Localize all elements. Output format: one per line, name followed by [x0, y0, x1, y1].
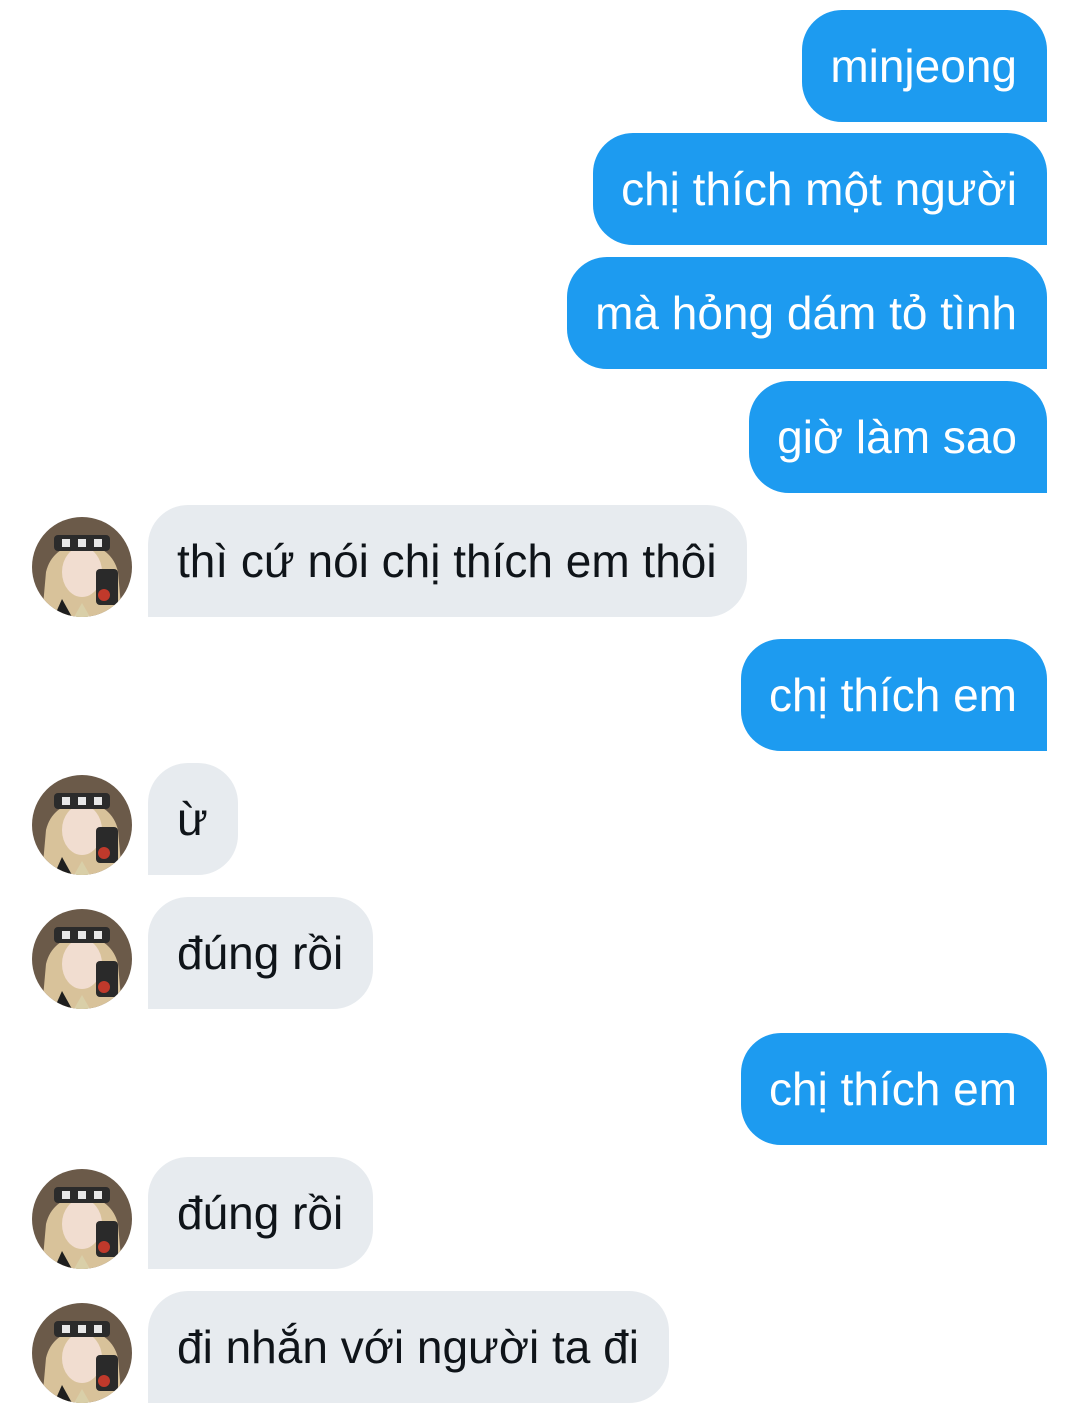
contact-avatar[interactable]: [32, 1303, 132, 1403]
avatar-photo-icon: [32, 1303, 132, 1403]
contact-avatar[interactable]: [32, 775, 132, 875]
message-text: mà hỏng dám tỏ tình: [595, 287, 1017, 339]
outgoing-message-bubble[interactable]: minjeong: [802, 10, 1047, 122]
incoming-message-bubble[interactable]: đúng rồi: [148, 897, 374, 1009]
outgoing-message-bubble[interactable]: mà hỏng dám tỏ tình: [567, 257, 1047, 369]
contact-avatar[interactable]: [32, 517, 132, 617]
message-text: chị thích em: [769, 1063, 1017, 1115]
incoming-message-bubble[interactable]: ừ: [148, 763, 238, 875]
outgoing-message-bubble[interactable]: chị thích em: [741, 1033, 1047, 1145]
avatar-photo-icon: [32, 909, 132, 1009]
message-text: đúng rồi: [177, 927, 344, 979]
message-text: chị thích em: [769, 669, 1017, 721]
contact-avatar[interactable]: [32, 1169, 132, 1269]
message-thread: minjeong chị thích một người mà hỏng dám…: [0, 0, 1080, 1412]
incoming-message-bubble[interactable]: đi nhắn với người ta đi: [148, 1291, 669, 1403]
incoming-message-bubble[interactable]: thì cứ nói chị thích em thôi: [148, 505, 747, 617]
contact-avatar[interactable]: [32, 909, 132, 1009]
outgoing-message-bubble[interactable]: chị thích em: [741, 639, 1047, 751]
message-text: đúng rồi: [177, 1187, 344, 1239]
avatar-photo-icon: [32, 517, 132, 617]
message-text: thì cứ nói chị thích em thôi: [177, 535, 717, 587]
message-text: đi nhắn với người ta đi: [177, 1321, 639, 1373]
message-text: giờ làm sao: [777, 411, 1017, 463]
message-text: chị thích một người: [621, 163, 1017, 215]
incoming-message-bubble[interactable]: đúng rồi: [148, 1157, 374, 1269]
avatar-photo-icon: [32, 1169, 132, 1269]
avatar-photo-icon: [32, 775, 132, 875]
message-text: ừ: [177, 793, 208, 845]
outgoing-message-bubble[interactable]: chị thích một người: [593, 133, 1047, 245]
outgoing-message-bubble[interactable]: giờ làm sao: [749, 381, 1047, 493]
message-text: minjeong: [830, 40, 1017, 92]
